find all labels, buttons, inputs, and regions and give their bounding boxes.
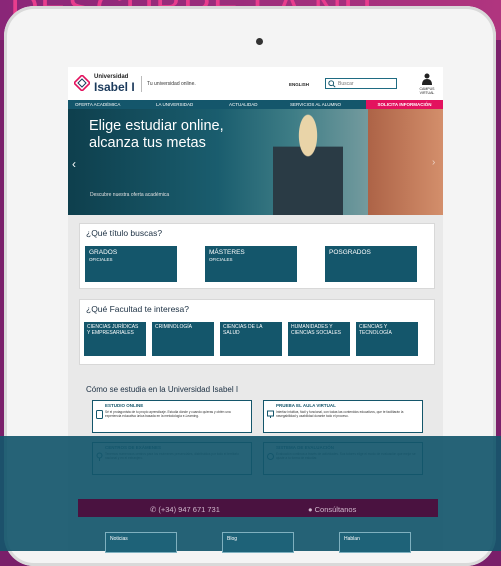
tagline: Tu universidad online.	[147, 81, 196, 87]
titles-heading: ¿Qué título buscas?	[86, 228, 163, 238]
how-heading: Cómo se estudia en la Universidad Isabel…	[86, 385, 239, 394]
consult-label: Consúltanos	[314, 505, 357, 514]
nav-item-servicios[interactable]: SERVICIOS AL ALUMNO	[290, 100, 341, 109]
titles-card: ¿Qué título buscas? GRADOS OFICIALES MÁS…	[79, 223, 435, 289]
carousel-prev-icon[interactable]: ‹	[72, 157, 76, 171]
how-box-online[interactable]: ESTUDIO ONLINE Sé el protagonista de tu …	[92, 400, 252, 433]
tile-grados-sub: OFICIALES	[89, 257, 113, 262]
search-input[interactable]	[338, 80, 393, 88]
hero-carousel: Elige estudiar online, alcanza tus metas…	[68, 109, 443, 215]
footer-box-noticias[interactable]: Noticias	[105, 532, 177, 553]
hero-subtitle: Descubre nuestra oferta académica	[90, 192, 170, 198]
language-link[interactable]: ENGLISH	[289, 82, 309, 87]
chat-icon: ●	[308, 505, 315, 514]
tile-masteres[interactable]: MÁSTERES OFICIALES	[205, 246, 297, 282]
footer-box-hablan[interactable]: Hablan	[339, 532, 411, 553]
tablet-icon	[96, 410, 103, 419]
contact-bar	[78, 499, 438, 517]
search-box[interactable]	[325, 78, 397, 89]
tile-masteres-main: MÁSTERES	[209, 249, 245, 256]
camera-icon	[256, 38, 263, 45]
tile-faculty-criminologia[interactable]: CRIMINOLOGÍA	[152, 322, 214, 356]
university-logo-icon[interactable]	[74, 75, 90, 91]
tile-faculty-humanidades[interactable]: HUMANIDADES Y CIENCIAS SOCIALES	[288, 322, 350, 356]
tile-faculty-salud[interactable]: CIENCIAS DE LA SALUD	[220, 322, 282, 356]
nav-item-universidad[interactable]: LA UNIVERSIDAD	[156, 100, 193, 109]
faculties-card: ¿Qué Facultad te interesa? CIENCIAS JURÍ…	[79, 299, 435, 365]
logo-line-big: Isabel I	[94, 80, 135, 94]
how-box-aula-title: PRUEBA EL AULA VIRTUAL	[276, 403, 336, 408]
tile-faculty-juridicas[interactable]: CIENCIAS JURÍDICAS Y EMPRESARIALES	[84, 322, 146, 356]
request-info-button[interactable]: SOLICITA INFORMACIÓN	[366, 100, 443, 109]
monitor-icon	[267, 410, 274, 418]
footer-box-blog[interactable]: Blog	[222, 532, 294, 553]
nav-item-actualidad[interactable]: ACTUALIDAD	[229, 100, 258, 109]
phone-link[interactable]: ✆ (+34) 947 671 731	[150, 505, 220, 514]
tile-posgrados-main: POSGRADOS	[329, 249, 371, 256]
tile-grados[interactable]: GRADOS OFICIALES	[85, 246, 177, 282]
main-nav: OFERTA ACADÉMICA LA UNIVERSIDAD ACTUALID…	[68, 100, 443, 109]
faculties-heading: ¿Qué Facultad te interesa?	[86, 304, 190, 314]
campus-virtual-link[interactable]: CAMPUS VIRTUAL	[414, 87, 440, 95]
nav-item-oferta[interactable]: OFERTA ACADÉMICA	[75, 100, 120, 109]
tile-masteres-sub: OFICIALES	[209, 257, 233, 262]
how-box-online-text: Sé el protagonista de tu propio aprendiz…	[105, 410, 231, 418]
logo-divider	[141, 76, 142, 92]
consult-button[interactable]: ● Consúltanos	[308, 505, 356, 514]
phone-number: (+34) 947 671 731	[158, 505, 220, 514]
footer-box-blog-label: Blog	[227, 536, 238, 542]
hero-title-line2: alcanza tus metas	[89, 135, 206, 151]
hero-title-line1: Elige estudiar online,	[89, 118, 224, 134]
how-box-aula-text: Interfaz intuitiva, fácil y funcional, c…	[276, 410, 404, 418]
how-box-aula[interactable]: PRUEBA EL AULA VIRTUAL Interfaz intuitiv…	[263, 400, 423, 433]
hero-person-image	[273, 109, 343, 215]
footer-box-noticias-label: Noticias	[110, 536, 128, 542]
how-box-online-title: ESTUDIO ONLINE	[105, 403, 144, 408]
site-header: Universidad Isabel I Tu universidad onli…	[68, 67, 443, 100]
footer-box-hablan-label: Hablan	[344, 536, 360, 542]
carousel-next-icon[interactable]: ›	[432, 157, 435, 168]
campus-user-icon[interactable]	[422, 73, 432, 85]
tile-posgrados[interactable]: POSGRADOS	[325, 246, 417, 282]
hero-title: Elige estudiar online, alcanza tus metas	[89, 118, 259, 152]
search-icon[interactable]	[328, 80, 336, 88]
tile-faculty-tecnologia[interactable]: CIENCIAS Y TECNOLOGÍA	[356, 322, 418, 356]
tile-grados-main: GRADOS	[89, 249, 118, 256]
